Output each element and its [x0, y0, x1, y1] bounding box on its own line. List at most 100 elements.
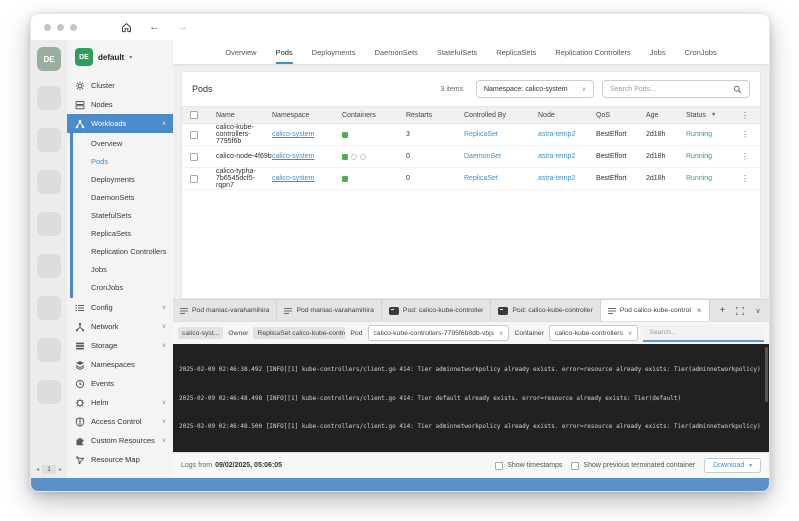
download-button[interactable]: Download ▾ [704, 458, 761, 473]
pager-next-icon[interactable]: ▸ [59, 466, 62, 473]
column-age[interactable]: Age [646, 112, 686, 119]
sidebar-item-label: Storage [91, 341, 117, 350]
controlled-by-link[interactable]: ReplicaSet [464, 175, 538, 182]
container-select[interactable]: calico-kube-controllers ∨ [549, 325, 638, 341]
row-menu-icon[interactable]: ⋮ [736, 152, 754, 161]
dock-tab-pod-shell[interactable]: Pod: calico-kube-controller [382, 300, 491, 321]
select-all-checkbox[interactable] [190, 111, 198, 119]
sidebar-item-helm[interactable]: Helm ∨ [67, 393, 173, 412]
sidebar-item-access-control[interactable]: Access Control ∨ [67, 412, 173, 431]
tab-jobs[interactable]: Jobs [650, 40, 666, 64]
column-node[interactable]: Node [538, 112, 596, 119]
tab-overview[interactable]: Overview [225, 40, 256, 64]
sidebar-item-network[interactable]: Network ∨ [67, 317, 173, 336]
hotbar-cluster-badge[interactable]: DE [37, 47, 61, 71]
tab-deployments[interactable]: Deployments [312, 40, 356, 64]
controlled-by-link[interactable]: ReplicaSet [464, 131, 538, 138]
window-zoom-icon[interactable] [70, 24, 77, 31]
table-row[interactable]: calico-kube-controllers-7795f6b calico-s… [182, 124, 760, 146]
dock-tab-pod-shell[interactable]: Pod: calico-kube-controller [491, 300, 600, 321]
pager-prev-icon[interactable]: ◂ [36, 466, 39, 473]
sidebar-subitem-statefulsets[interactable]: StatefulSets [67, 206, 173, 224]
namespace-link[interactable]: calico-system [272, 175, 342, 182]
table-row[interactable]: calico-node-4f69b calico-system 0 Daemon… [182, 146, 760, 168]
node-link[interactable]: astra-temp2 [538, 153, 596, 160]
sidebar-item-resource-map[interactable]: Resource Map [67, 450, 173, 469]
tab-replicasets[interactable]: ReplicaSets [496, 40, 536, 64]
node-link[interactable]: astra-temp2 [538, 131, 596, 138]
tab-statefulsets[interactable]: StatefulSets [437, 40, 477, 64]
sidebar-subitem-cronjobs[interactable]: CronJobs [67, 278, 173, 296]
sidebar-subitem-deployments[interactable]: Deployments [67, 170, 173, 188]
column-controlled-by[interactable]: Controlled By [464, 112, 538, 119]
forward-icon[interactable]: → [177, 22, 188, 33]
checkbox-icon[interactable] [495, 462, 503, 470]
home-icon[interactable] [121, 22, 132, 33]
tab-replication-controllers[interactable]: Replication Controllers [555, 40, 630, 64]
hotbar-slot[interactable] [37, 338, 61, 362]
collapse-dock-icon[interactable]: ∨ [755, 307, 760, 315]
sidebar-item-custom-resources[interactable]: Custom Resources ∨ [67, 431, 173, 450]
row-menu-icon[interactable]: ⋮ [736, 130, 754, 139]
controlled-by-link[interactable]: DaemonSet [464, 153, 538, 160]
expand-icon[interactable] [736, 307, 744, 315]
window-close-icon[interactable] [44, 24, 51, 31]
hotbar-slot[interactable] [37, 86, 61, 110]
sidebar-subitem-pods[interactable]: Pods [67, 152, 173, 170]
show-previous-checkbox[interactable]: Show previous terminated container [571, 462, 695, 470]
hotbar-slot[interactable] [37, 254, 61, 278]
row-checkbox[interactable] [190, 131, 198, 139]
namespace-filter-select[interactable]: Namespace: calico-system ∨ [476, 80, 594, 98]
node-link[interactable]: astra-temp2 [538, 175, 596, 182]
column-namespace[interactable]: Namespace [272, 112, 342, 119]
hotbar-slot[interactable] [37, 128, 61, 152]
tab-daemonsets[interactable]: DaemonSets [374, 40, 417, 64]
hotbar-slot[interactable] [37, 296, 61, 320]
new-tab-icon[interactable]: + [720, 306, 726, 316]
sidebar-subitem-jobs[interactable]: Jobs [67, 260, 173, 278]
hotbar-slot[interactable] [37, 380, 61, 404]
sidebar-item-storage[interactable]: Storage ∨ [67, 336, 173, 355]
dock-tab-pod-logs[interactable]: Pod maniac-varahamihira [277, 300, 381, 321]
window-minimize-icon[interactable] [57, 24, 64, 31]
checkbox-icon[interactable] [571, 462, 579, 470]
sidebar-item-cluster[interactable]: Cluster [67, 76, 173, 95]
sidebar-subitem-overview[interactable]: Overview [67, 134, 173, 152]
tab-cronjobs[interactable]: CronJobs [685, 40, 717, 64]
show-timestamps-checkbox[interactable]: Show timestamps [495, 462, 562, 470]
table-row[interactable]: calico-typha-7b6545dcf5-rqpn7 calico-sys… [182, 168, 760, 190]
row-checkbox[interactable] [190, 153, 198, 161]
column-menu-icon[interactable]: ⋮ [736, 111, 754, 120]
namespace-link[interactable]: calico-system [272, 153, 342, 160]
row-menu-icon[interactable]: ⋮ [736, 174, 754, 183]
sidebar-subitem-daemonsets[interactable]: DaemonSets [67, 188, 173, 206]
pod-select[interactable]: calico-kube-controllers-7795f6b8db-vbjs … [368, 325, 510, 341]
sidebar-item-nodes[interactable]: Nodes [67, 95, 173, 114]
terminal-scrollbar[interactable] [765, 347, 768, 402]
sidebar-item-workloads[interactable]: Workloads ∧ [67, 114, 173, 133]
hotbar-slot[interactable] [37, 170, 61, 194]
hotbar-slot[interactable] [37, 212, 61, 236]
dock-tab-active[interactable]: Pod calico-kube-control × [601, 300, 710, 321]
column-containers[interactable]: Containers [342, 112, 406, 119]
close-icon[interactable]: × [697, 306, 702, 315]
column-restarts[interactable]: Restarts [406, 112, 464, 119]
sidebar-item-config[interactable]: Config ∨ [67, 298, 173, 317]
column-qos[interactable]: QoS [596, 112, 646, 119]
column-status[interactable]: Status ▼ [686, 112, 736, 119]
sidebar-item-namespaces[interactable]: Namespaces [67, 355, 173, 374]
sidebar-item-events[interactable]: Events [67, 374, 173, 393]
namespace-link[interactable]: calico-system [272, 131, 342, 138]
window-controls[interactable] [44, 24, 77, 31]
row-checkbox[interactable] [190, 175, 198, 183]
sidebar-subitem-replicasets[interactable]: ReplicaSets [67, 224, 173, 242]
back-icon[interactable]: ← [149, 22, 160, 33]
search-pods-input[interactable]: Search Pods... [602, 80, 750, 98]
cluster-selector[interactable]: DE default ▾ [67, 40, 173, 76]
tab-pods[interactable]: Pods [276, 40, 293, 64]
column-name[interactable]: Name [216, 112, 272, 119]
logs-terminal[interactable]: 2025-02-09 02:46:38.492 [INFO][1] kube-c… [173, 344, 769, 452]
dock-tab-pod-logs[interactable]: Pod maniac-varahamihira [173, 300, 277, 321]
sidebar-subitem-replication-controllers[interactable]: Replication Controllers [67, 242, 173, 260]
logs-search-input[interactable]: Search... [643, 325, 764, 342]
